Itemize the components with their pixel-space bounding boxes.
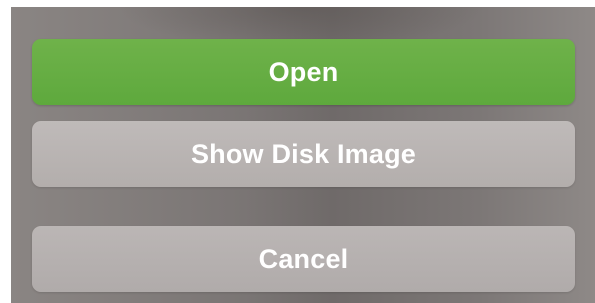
show-disk-image-button[interactable]: Show Disk Image [32,121,575,187]
open-button[interactable]: Open [32,39,575,105]
disk-image-dialog: Open Show Disk Image Cancel [11,7,595,303]
cancel-button[interactable]: Cancel [32,226,575,292]
